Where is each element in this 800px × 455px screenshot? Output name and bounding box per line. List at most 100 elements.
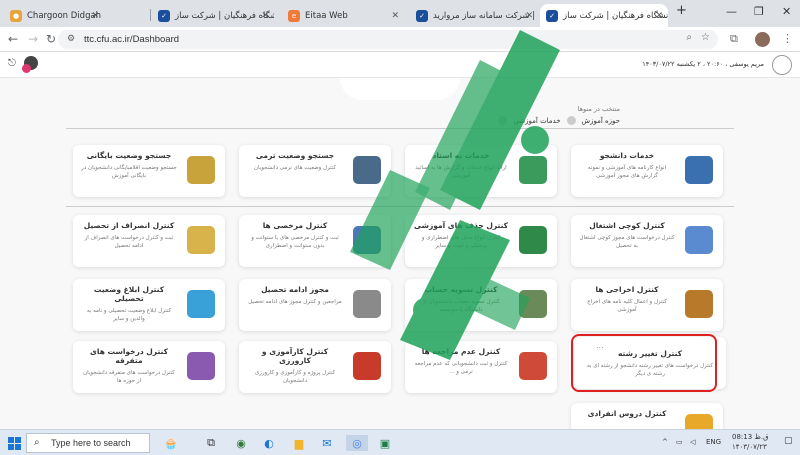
card-internship[interactable]: کنترل کارآموزی و کارورزی کنترل پروژه و ک…: [239, 341, 391, 393]
divider: [66, 206, 734, 207]
tab-farhangian-active[interactable]: ✓ دانشگاه فرهنگیان | شرکت ساز ✕: [540, 4, 668, 27]
tab-chargoon[interactable]: ● Chargoon Didgah ✕: [4, 4, 104, 27]
tab-title: Chargoon Didgah: [27, 10, 102, 21]
card-misc-requests[interactable]: کنترل درخواست های متفرقه کنترل درخواست ه…: [73, 341, 225, 393]
address-bar-row: ← → ↻ ⚙ ttc.cfu.ac.ir/Dashboard ⌕ ☆ ⧉ ⋮: [0, 27, 800, 52]
search-icon: ⌕: [34, 437, 40, 448]
university-favicon-icon: ✓: [546, 9, 558, 22]
mail-icon[interactable]: ✉: [318, 435, 336, 451]
close-window-button[interactable]: ✕: [782, 5, 791, 18]
chevron-left-icon: [566, 116, 576, 125]
highlight-box: [571, 334, 717, 392]
reload-icon[interactable]: ↻: [46, 32, 56, 46]
university-favicon-icon: ✓: [158, 9, 170, 22]
people-exchange-icon: [519, 352, 547, 380]
notification-badge: [22, 64, 31, 73]
forward-arrow-icon[interactable]: →: [28, 32, 38, 46]
header-wedge: [340, 78, 460, 100]
close-tab-icon[interactable]: ✕: [391, 11, 399, 21]
maximize-button[interactable]: ❐: [754, 5, 764, 18]
network-icon[interactable]: ▭: [676, 438, 683, 446]
books-icon: [353, 156, 381, 184]
person-icon: [353, 226, 381, 254]
taskbar-search-input[interactable]: ⌕ Type here to search: [26, 433, 150, 453]
tab-title: Eitaa Web: [305, 10, 348, 21]
worker-icon: [685, 226, 713, 254]
card-archive-status[interactable]: جستجو وضعیت بایگانی جستجو وضعیت اقلامبای…: [73, 145, 225, 197]
close-tab-icon[interactable]: ✕: [655, 11, 663, 21]
tab-farhangian-1[interactable]: ✓ دانشگاه فرهنگیان | شرکت ساز ✕: [152, 4, 274, 27]
browser-tab-bar: ● Chargoon Didgah ✕ ✓ دانشگاه فرهنگیان |…: [0, 0, 800, 27]
breadcrumb: حوزه آموزش خدمات آموزشی: [498, 116, 620, 125]
tab-eitaa[interactable]: e Eitaa Web ✕: [282, 4, 404, 27]
tray-chevron-icon[interactable]: ^: [662, 438, 668, 446]
url-text: ttc.cfu.ac.ir/Dashboard: [84, 34, 180, 45]
cancel-document-icon: [187, 226, 215, 254]
card-leaves[interactable]: کنترل مرخصی ها ثبت و کنترل مرخصی های با …: [239, 215, 391, 267]
volume-icon[interactable]: ◁: [690, 438, 695, 446]
breadcrumb-home[interactable]: حوزه آموزش: [582, 117, 620, 125]
task-view-icon[interactable]: ⧉: [202, 435, 220, 451]
app-header: ⎋ مریم یوسفی ، ۲۰:۶۰ ، ۲ یکشنبه ۱۴۰۳/۰۷/…: [0, 52, 800, 78]
site-info-icon[interactable]: ⚙: [67, 33, 75, 44]
exit-door-icon: [685, 290, 713, 318]
menu-dots-icon[interactable]: ⋮: [782, 32, 793, 45]
graduate-icon: [685, 156, 713, 184]
edge-browser-icon[interactable]: ◉: [232, 435, 250, 451]
card-withdrawal[interactable]: کنترل انصراف از تحصیل ثبت و کنترل درخواس…: [73, 215, 225, 267]
card-teacher-services[interactable]: خدمات به استاد ارائه انواع خدمات و گزارش…: [405, 145, 557, 197]
new-tab-button[interactable]: +: [676, 3, 687, 18]
bookmark-star-icon[interactable]: ☆: [701, 32, 710, 43]
tab-morvarid[interactable]: ✓ شرکت سامانه ساز مروارید | ✕: [410, 4, 538, 27]
notification-center-icon[interactable]: ▢: [784, 436, 793, 446]
chalkboard-icon: [519, 226, 547, 254]
url-field[interactable]: ⚙ ttc.cfu.ac.ir/Dashboard ⌕ ☆: [58, 30, 718, 49]
edge-icon[interactable]: ◐: [260, 435, 278, 451]
card-expulsions[interactable]: کنترل اخراجی ها کنترل و اعمال کلیه نامه …: [571, 279, 723, 331]
chrome-icon[interactable]: ◎: [346, 435, 368, 451]
close-tab-icon[interactable]: ✕: [91, 11, 99, 21]
card-student-services[interactable]: خدمات دانشجو انواع کارنامه های آموزشی و …: [571, 145, 723, 197]
close-tab-icon[interactable]: ✕: [525, 11, 533, 21]
breadcrumb-caption: منتخب در منوها: [577, 105, 620, 113]
card-absence[interactable]: کنترل عدم مراجعه ها کنترل و ثبت دانشجویا…: [405, 341, 557, 393]
language-indicator[interactable]: ENG: [706, 438, 721, 446]
profile-avatar[interactable]: [755, 32, 770, 47]
tab-title: دانشگاه فرهنگیان | شرکت ساز: [563, 10, 668, 21]
user-info-line: مریم یوسفی ، ۲۰:۶۰ ، ۲ یکشنبه ۱۴۰۳/۰۷/۲۲: [642, 60, 764, 68]
chevron-left-icon: [498, 116, 508, 125]
factory-icon: [353, 352, 381, 380]
tab-title: شرکت سامانه ساز مروارید |: [433, 10, 536, 21]
excel-icon[interactable]: ▣: [376, 435, 394, 451]
certificate-icon: [353, 290, 381, 318]
card-term-status[interactable]: جستجو وضعیت ترمی کنترل وضعیت های ترمی دا…: [239, 145, 391, 197]
clock-date[interactable]: ۱۴۰۳/۰۷/۲۳: [732, 443, 767, 451]
back-arrow-icon[interactable]: ←: [8, 32, 18, 46]
eitaa-favicon-icon: e: [288, 9, 300, 22]
extensions-icon[interactable]: ⧉: [730, 32, 738, 46]
chargoon-favicon-icon: ●: [10, 9, 22, 22]
breadcrumb-section[interactable]: خدمات آموزشی: [513, 117, 560, 125]
university-logo-icon: [772, 55, 792, 75]
card-status-notice[interactable]: کنترل ابلاغ وضعیت تحصیلی کنترل ابلاغ وضع…: [73, 279, 225, 331]
card-course-drops[interactable]: کنترل حذف های آموزشی کنترل انواع حذف های…: [405, 215, 557, 267]
university-favicon-icon: ✓: [416, 9, 428, 22]
cloud-upload-icon: [187, 290, 215, 318]
weather-widget-icon[interactable]: 🧁: [156, 435, 186, 451]
group-icon: [187, 352, 215, 380]
teacher-board-icon: [519, 156, 547, 184]
zoom-icon[interactable]: ⌕: [686, 32, 692, 43]
card-settlement[interactable]: کنترل تسویه حساب کنترل تسویه حساب دانشجو…: [405, 279, 557, 331]
logout-icon[interactable]: ⎋: [8, 58, 16, 69]
file-explorer-icon[interactable]: ▆: [290, 435, 308, 451]
card-employment[interactable]: کنترل کوچی اشتغال کنترل درخواست های مجوز…: [571, 215, 723, 267]
tab-title: دانشگاه فرهنگیان | شرکت ساز: [175, 10, 274, 21]
windows-taskbar: ⌕ Type here to search 🧁 ⧉ ◉ ◐ ▆ ✉ ◎ ▣ ^ …: [0, 429, 800, 455]
clock-time[interactable]: 08:13 ق.ظ: [732, 433, 769, 441]
money-icon: [519, 290, 547, 318]
close-tab-icon[interactable]: ✕: [261, 11, 269, 21]
card-continue-study[interactable]: مجوز ادامه تحصیل مراجعین و کنترل مجوز ها…: [239, 279, 391, 331]
windows-start-icon[interactable]: [6, 435, 22, 451]
minimize-button[interactable]: —: [726, 5, 737, 18]
archive-cabinet-icon: [187, 156, 215, 184]
